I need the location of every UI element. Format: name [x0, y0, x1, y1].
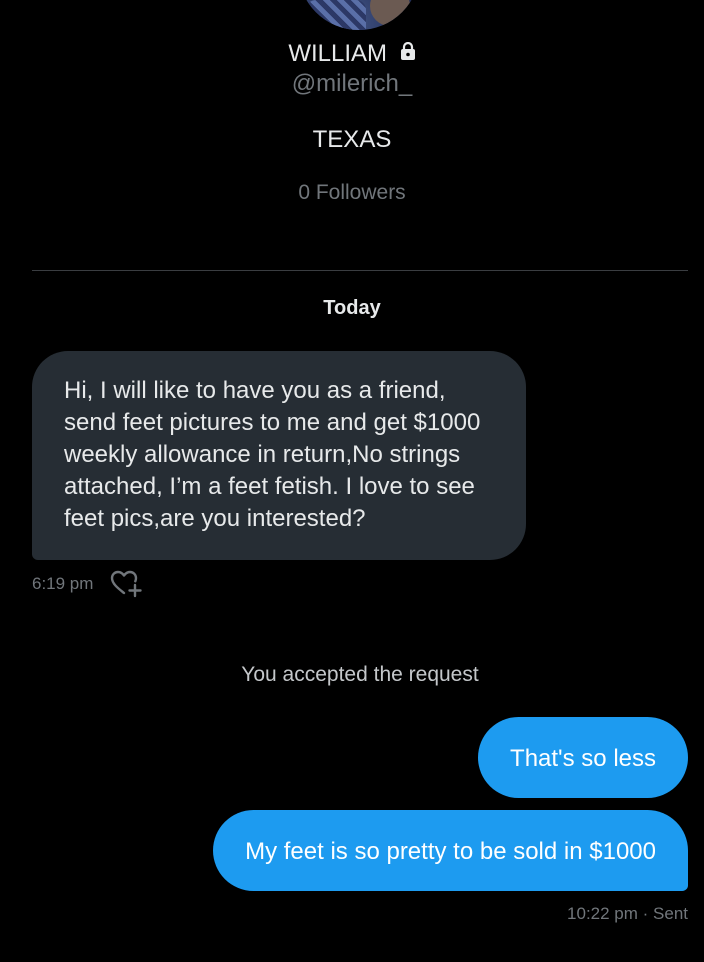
profile-followers[interactable]: 0 Followers: [0, 178, 704, 208]
profile-handle: @milerich_: [291, 70, 413, 97]
outgoing-message-meta: 10:22 pm · Sent: [567, 904, 688, 923]
profile-name: WILLIAM: [288, 40, 387, 67]
profile-avatar[interactable]: [298, 0, 420, 30]
profile-location: TEXAS: [312, 126, 392, 153]
avatar-face: [370, 0, 410, 26]
lock-icon: [400, 37, 416, 69]
heart-plus-icon[interactable]: [109, 569, 143, 599]
date-separator: Today: [323, 297, 381, 319]
avatar-shirt: [306, 0, 366, 30]
outgoing-message-bubble[interactable]: My feet is so pretty to be sold in $1000: [213, 810, 688, 891]
request-accepted-note: You accepted the request: [241, 663, 479, 686]
incoming-message-time: 6:19 pm: [32, 574, 94, 593]
outgoing-message-bubble[interactable]: That's so less: [478, 717, 688, 798]
divider: [32, 270, 688, 271]
profile-name-row: WILLIAM: [0, 38, 704, 70]
incoming-message-meta: 6:19 pm: [32, 570, 143, 598]
incoming-message-bubble[interactable]: Hi, I will like to have you as a friend,…: [32, 351, 526, 560]
